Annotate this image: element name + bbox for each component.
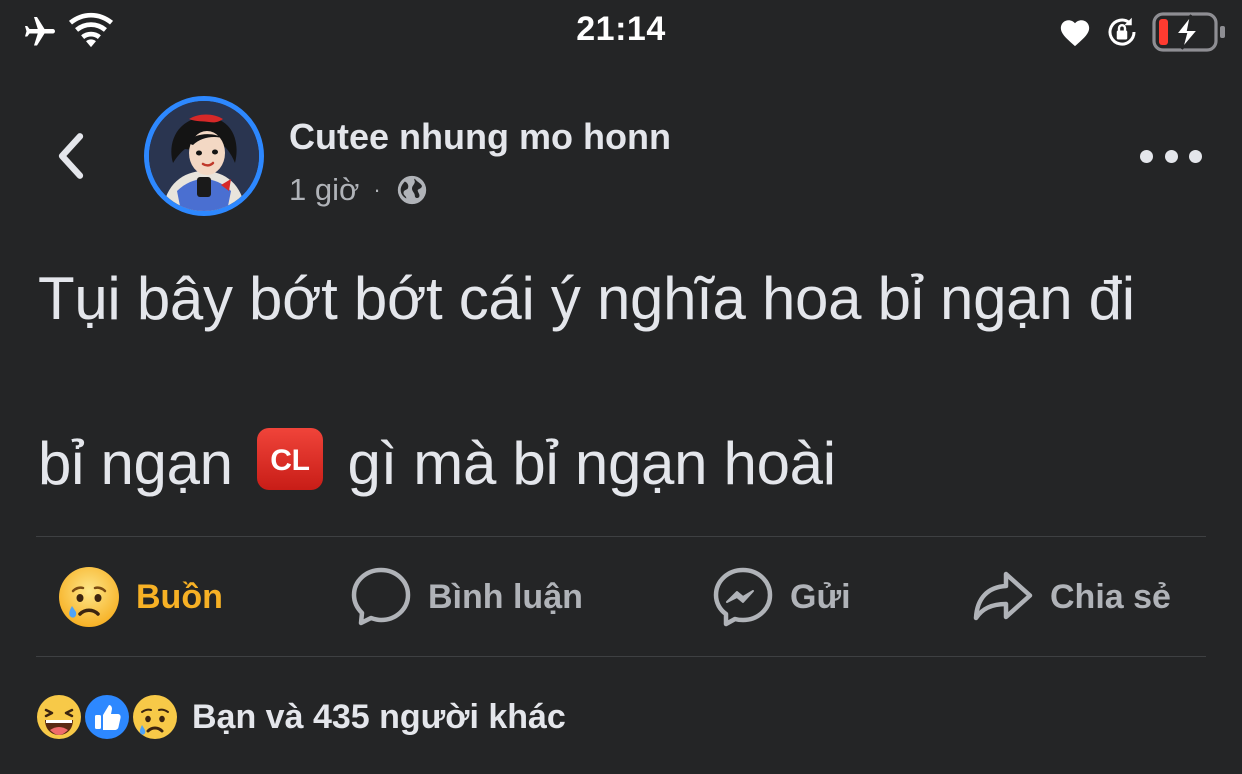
dot-icon <box>1140 149 1153 163</box>
globe-icon <box>397 175 426 205</box>
send-label: Gửi <box>790 577 851 616</box>
post-text-line-2: bỉ ngạn CL gì mà bỉ ngạn hoài <box>38 426 1218 498</box>
reaction-icons <box>34 690 184 744</box>
status-bar: 21:14 <box>0 0 1242 64</box>
post-meta: 1 giờ · <box>289 172 429 208</box>
share-icon <box>973 571 1033 621</box>
post-time[interactable]: 1 giờ <box>289 172 359 208</box>
meta-separator: · <box>373 177 381 202</box>
battery-charging-icon <box>1152 12 1225 52</box>
more-options-button[interactable] <box>1140 138 1202 174</box>
rotation-lock-icon <box>1108 17 1136 46</box>
messenger-icon <box>713 567 773 627</box>
sad-face-icon <box>59 567 119 627</box>
action-bar: Buồn Bình luận Gửi Chia sẻ <box>0 537 1242 656</box>
reactions-summary[interactable]: Bạn và 435 người khác <box>34 690 566 744</box>
comment-label: Bình luận <box>428 577 583 616</box>
reactions-count-text[interactable]: Bạn và 435 người khác <box>192 698 566 737</box>
cl-emoji-icon: CL <box>257 428 324 490</box>
reaction-label: Buồn <box>136 577 223 616</box>
status-time: 21:14 <box>576 10 666 48</box>
haha-icon <box>35 693 83 741</box>
avatar[interactable] <box>144 96 264 216</box>
avatar-image <box>149 101 259 211</box>
post-text-segment: bỉ ngạn <box>38 430 233 497</box>
author-name[interactable]: Cutee nhung mo honn <box>289 116 671 158</box>
chevron-left-icon <box>58 133 84 179</box>
dot-icon <box>1164 149 1178 163</box>
post-text-line-1: Tụi bây bớt bớt cái ý nghĩa hoa bỉ ngạn … <box>38 265 1135 332</box>
dot-icon <box>1189 149 1202 163</box>
reaction-button[interactable]: Buồn <box>58 565 223 629</box>
comment-icon <box>351 567 411 626</box>
svg-text:CL: CL <box>270 444 309 477</box>
post-header: Cutee nhung mo honn 1 giờ · <box>0 90 1242 225</box>
post-text-segment: gì mà bỉ ngạn hoài <box>347 430 837 497</box>
sad-icon <box>131 693 179 741</box>
send-button[interactable]: Gửi <box>712 565 851 629</box>
heart-icon <box>1060 20 1090 47</box>
share-label: Chia sẻ <box>1050 577 1171 616</box>
divider <box>36 656 1206 657</box>
comment-button[interactable]: Bình luận <box>350 565 583 629</box>
back-button[interactable] <box>46 128 96 184</box>
share-button[interactable]: Chia sẻ <box>972 565 1171 629</box>
like-icon <box>83 693 131 741</box>
